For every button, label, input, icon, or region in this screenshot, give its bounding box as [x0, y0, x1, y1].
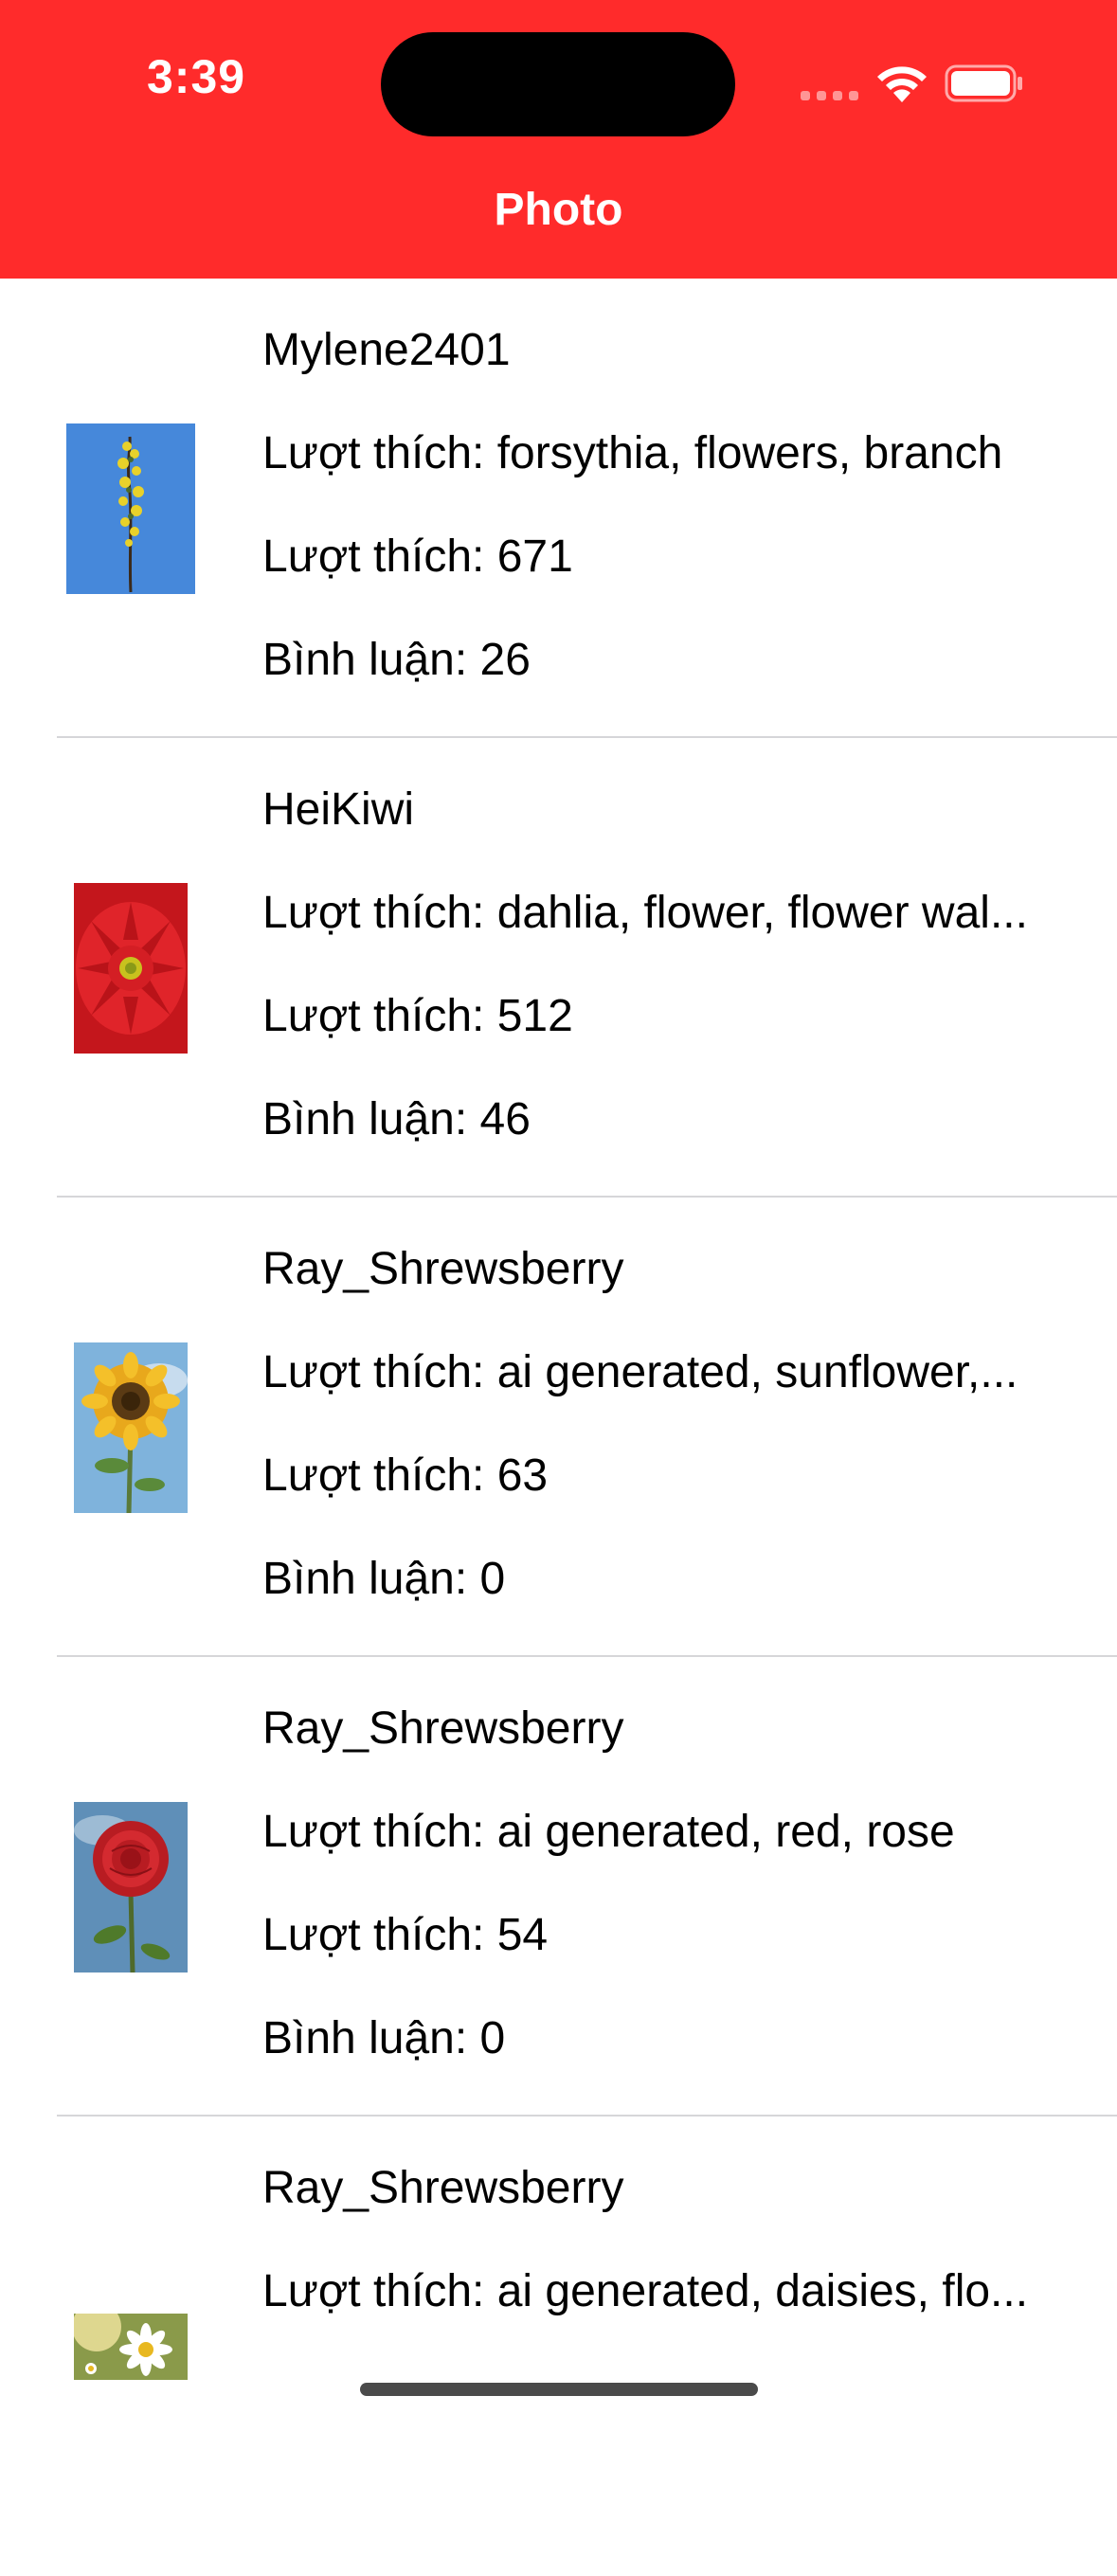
- list-item[interactable]: Ray_Shrewsberry Lượt thích: ai generated…: [0, 1198, 1117, 1657]
- likes-label: Lượt thích: 512: [262, 991, 573, 1041]
- list-item[interactable]: Mylene2401 Lượt thích: forsythia, flower…: [0, 279, 1117, 738]
- username: Ray_Shrewsberry: [262, 1244, 624, 1294]
- likes-label: Lượt thích: 63: [262, 1450, 549, 1501]
- wifi-icon: [877, 66, 927, 102]
- thumbnail-container: [57, 2117, 205, 2576]
- comments-label: Bình luận: 0: [262, 1554, 506, 1604]
- thumbnail-container: [57, 738, 205, 1198]
- dynamic-island: [381, 32, 735, 136]
- thumbnail-container: [57, 1198, 205, 1657]
- username: Ray_Shrewsberry: [262, 2163, 624, 2213]
- page-title: Photo: [494, 185, 623, 235]
- username: HeiKiwi: [262, 784, 415, 835]
- comments-label: Bình luận: 0: [262, 2013, 506, 2063]
- home-indicator[interactable]: [360, 2383, 758, 2396]
- tags-label: Lượt thích: dahlia, flower, flower wal..…: [262, 888, 1028, 938]
- navigation-header: 3:39 Photo: [0, 0, 1117, 279]
- sunflower-photo: [74, 1342, 188, 1513]
- thumbnail-container: [57, 279, 205, 738]
- forsythia-branch-photo: [66, 423, 195, 594]
- tags-label: Lượt thích: ai generated, red, rose: [262, 1807, 955, 1857]
- list-item[interactable]: HeiKiwi Lượt thích: dahlia, flower, flow…: [0, 738, 1117, 1198]
- list-item[interactable]: Ray_Shrewsberry Lượt thích: ai generated…: [0, 1657, 1117, 2117]
- tags-label: Lượt thích: ai generated, sunflower,...: [262, 1347, 1018, 1397]
- tags-label: Lượt thích: ai generated, daisies, flo..…: [262, 2266, 1029, 2316]
- username: Ray_Shrewsberry: [262, 1703, 624, 1754]
- tags-label: Lượt thích: forsythia, flowers, branch: [262, 428, 1003, 478]
- red-rose-photo: [74, 1801, 188, 1973]
- list-item[interactable]: Ray_Shrewsberry Lượt thích: ai generated…: [0, 2117, 1117, 2576]
- status-time: 3:39: [147, 50, 246, 103]
- thumbnail-container: [57, 1657, 205, 2117]
- red-dahlia-photo: [74, 882, 188, 1054]
- battery-icon: [945, 64, 1022, 102]
- username: Mylene2401: [262, 325, 511, 375]
- cellular-signal-icon: [801, 91, 858, 100]
- comments-label: Bình luận: 26: [262, 635, 531, 685]
- comments-label: Bình luận: 46: [262, 1094, 531, 1144]
- likes-label: Lượt thích: 54: [262, 1910, 549, 1960]
- daisies-photo: [74, 2313, 188, 2380]
- likes-label: Lượt thích: 671: [262, 531, 573, 582]
- photo-list[interactable]: Mylene2401 Lượt thích: forsythia, flower…: [0, 279, 1117, 2576]
